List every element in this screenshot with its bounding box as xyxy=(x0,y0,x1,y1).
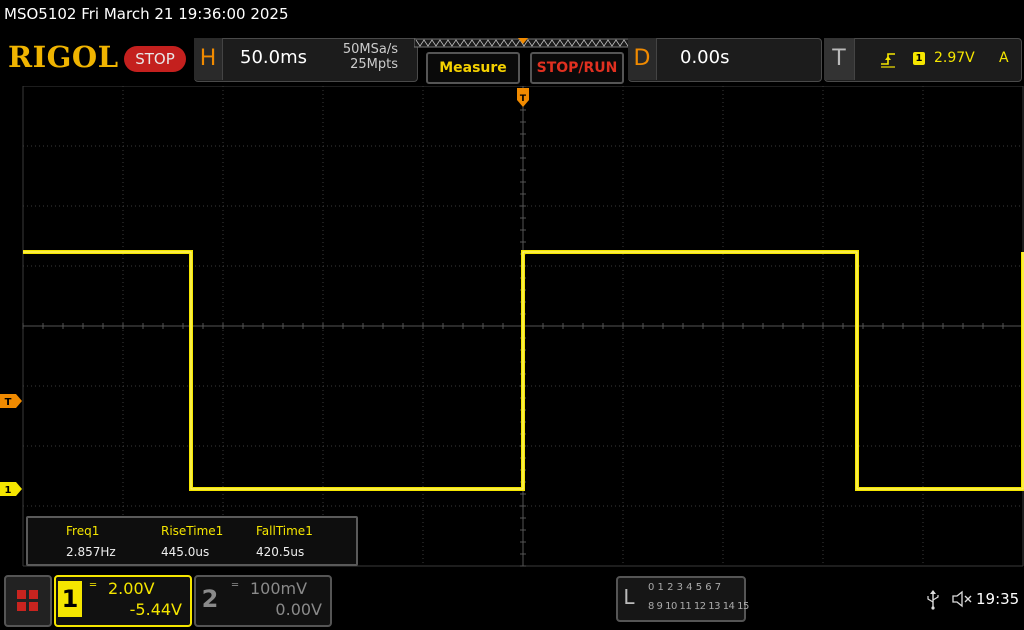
timebase-value: 50.0ms xyxy=(240,47,307,68)
channel2-scale: 100mV xyxy=(250,579,308,598)
trigger-position-marker: T xyxy=(517,88,529,107)
ch1-dc-coupling-icon: ═ xyxy=(90,580,96,591)
horizontal-letter: H xyxy=(194,38,223,80)
grid-menu-icon xyxy=(17,590,38,611)
trigger-source-badge: 1 xyxy=(913,52,925,65)
svg-text:T: T xyxy=(520,94,527,104)
channel1-ground-marker: 1 xyxy=(0,482,22,496)
waveform-display[interactable]: T T 1 xyxy=(0,86,1024,570)
menu-button[interactable] xyxy=(4,575,52,627)
channel1-ground-marker-label: 1 xyxy=(5,485,12,496)
channel1-offset: -5.44V xyxy=(129,600,182,619)
meas-value-risetime: 445.0us xyxy=(161,545,210,559)
trigger-level-marker-label: T xyxy=(5,397,12,408)
logic-letter: L xyxy=(623,585,635,609)
device-title: MSO5102 Fri March 21 19:36:00 2025 xyxy=(4,5,289,23)
clock: 19:35 xyxy=(976,590,1020,608)
rising-edge-icon xyxy=(881,53,895,68)
usb-icon xyxy=(927,590,939,610)
meas-label-falltime: FallTime1 xyxy=(256,524,313,538)
ch1-trace-core xyxy=(23,251,1024,490)
trigger-letter: T xyxy=(824,38,855,80)
channel1-scale: 2.00V xyxy=(108,579,155,598)
delay-value: 0.00s xyxy=(680,47,730,68)
memory-timeline xyxy=(414,38,634,48)
meas-value-falltime: 420.5us xyxy=(256,545,305,559)
logic-channels-row2: 8 9 10 11 12 13 14 15 xyxy=(648,601,749,612)
meas-label-freq: Freq1 xyxy=(66,524,100,538)
meas-value-freq: 2.857Hz xyxy=(66,545,116,559)
ch2-dc-coupling-icon: ═ xyxy=(232,580,238,591)
rigol-logo: RIGOL xyxy=(8,40,119,74)
run-state-badge[interactable]: STOP xyxy=(124,46,186,72)
channel2-number: 2 xyxy=(201,585,219,613)
channel1-number: 1 xyxy=(58,581,82,617)
trigger-mode: A xyxy=(999,50,1009,66)
channel2-offset: 0.00V xyxy=(275,600,322,619)
trigger-level: 2.97V xyxy=(934,50,975,66)
measure-button[interactable]: Measure xyxy=(426,52,520,84)
speaker-muted-icon[interactable] xyxy=(952,590,974,608)
stop-run-button[interactable]: STOP/RUN xyxy=(530,52,624,84)
trigger-level-marker: T xyxy=(0,394,22,408)
sample-rate: 50MSa/s xyxy=(342,42,398,57)
ch1-waveform xyxy=(23,250,1024,491)
meas-label-risetime: RiseTime1 xyxy=(161,524,224,538)
logic-channels-row1: 0 1 2 3 4 5 6 7 xyxy=(648,582,722,593)
memory-depth: 25Mpts xyxy=(350,57,398,72)
delay-letter: D xyxy=(628,38,657,80)
